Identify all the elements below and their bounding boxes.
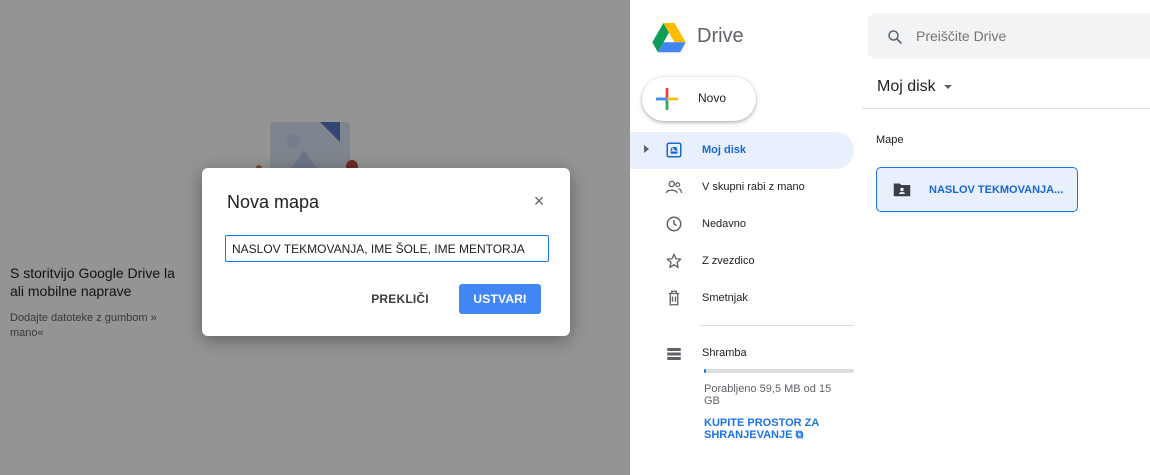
breadcrumb-label: Moj disk — [877, 78, 936, 95]
sidebar-nav: Moj disk V skupni rabi z mano Nedavno Z … — [630, 132, 855, 317]
create-button[interactable]: USTVARI — [459, 284, 541, 314]
shared-folder-icon — [893, 183, 911, 197]
expand-arrow-icon[interactable] — [644, 145, 649, 153]
breadcrumb[interactable]: Moj disk — [877, 78, 952, 96]
sidebar-item-label: Moj disk — [702, 144, 747, 156]
my-drive-icon — [666, 142, 682, 158]
cancel-button[interactable]: PREKLIČI — [360, 284, 440, 314]
storage-icon — [667, 348, 681, 360]
new-folder-dialog: Nova mapa × PREKLIČI USTVARI — [202, 168, 570, 336]
sidebar-item-label: Nedavno — [702, 218, 747, 230]
shared-icon — [665, 180, 683, 194]
sidebar-item-label: Z zvezdico — [702, 255, 755, 267]
section-title-folders: Mape — [876, 134, 904, 146]
new-button-label: Novo — [698, 91, 727, 105]
sidebar-item-shared[interactable]: V skupni rabi z mano — [630, 169, 854, 206]
star-icon — [666, 253, 682, 269]
close-icon[interactable]: × — [526, 188, 552, 214]
search-icon[interactable] — [886, 28, 904, 46]
storage-usage-text: Porabljeno 59,5 MB od 15 GB — [704, 383, 832, 407]
storage-progress-bar — [704, 369, 854, 373]
storage-label: Shramba — [702, 347, 747, 359]
sidebar-item-label: Smetnjak — [702, 292, 748, 304]
sidebar-item-my-drive[interactable]: Moj disk — [630, 132, 854, 169]
sidebar-item-label: V skupni rabi z mano — [702, 181, 805, 193]
sidebar-item-trash[interactable]: Smetnjak — [630, 280, 854, 317]
folder-item[interactable]: NASLOV TEKMOVANJA... — [876, 167, 1078, 212]
dialog-title: Nova mapa — [227, 192, 320, 212]
new-button[interactable]: Novo — [642, 77, 756, 121]
trash-icon — [668, 290, 680, 306]
sidebar-item-recent[interactable]: Nedavno — [630, 206, 854, 243]
sidebar-item-starred[interactable]: Z zvezdico — [630, 243, 854, 280]
sidebar-divider — [700, 325, 854, 326]
caret-down-icon — [943, 84, 952, 89]
search-input[interactable] — [916, 24, 1136, 48]
app-title[interactable]: Drive — [697, 25, 744, 48]
clock-icon — [666, 216, 682, 232]
storage-progress-fill — [704, 369, 707, 373]
buy-storage-link[interactable]: KUPITE PROSTOR ZA SHRANJEVANJE ⧉ — [704, 417, 844, 441]
plus-icon — [656, 88, 678, 110]
content-divider — [862, 108, 1150, 109]
folder-name: NASLOV TEKMOVANJA... — [929, 184, 1064, 196]
folder-name-input[interactable] — [225, 235, 549, 262]
drive-logo-icon[interactable] — [651, 23, 687, 53]
